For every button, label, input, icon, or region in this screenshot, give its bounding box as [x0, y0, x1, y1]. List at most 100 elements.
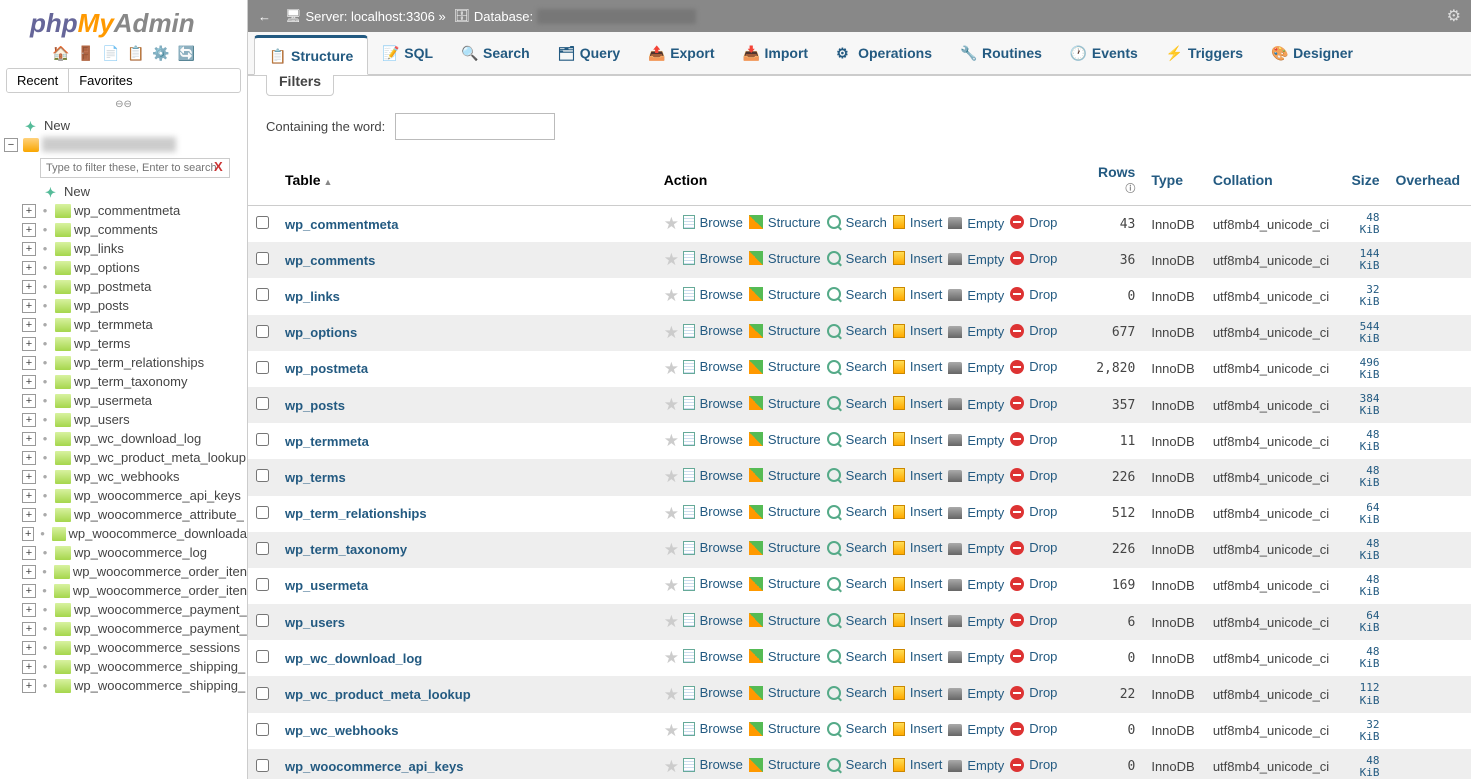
action-browse[interactable]: Browse	[683, 323, 743, 338]
tree-table-item[interactable]: +•wp_woocommerce_shipping_	[4, 657, 247, 676]
action-search[interactable]: Search	[827, 721, 887, 736]
action-drop[interactable]: Drop	[1010, 359, 1057, 374]
action-browse[interactable]: Browse	[683, 613, 743, 628]
tree-table-item[interactable]: +•wp_term_relationships	[4, 353, 247, 372]
action-insert[interactable]: Insert	[893, 685, 943, 700]
action-insert[interactable]: Insert	[893, 432, 943, 447]
tree-table-item[interactable]: +•wp_woocommerce_attribute_	[4, 505, 247, 524]
action-drop[interactable]: Drop	[1010, 287, 1057, 302]
action-structure[interactable]: Structure	[749, 323, 821, 338]
action-empty[interactable]: Empty	[948, 252, 1004, 267]
action-empty[interactable]: Empty	[948, 288, 1004, 303]
action-search[interactable]: Search	[827, 504, 887, 519]
tree-table-item[interactable]: +•wp_woocommerce_order_iten	[4, 562, 247, 581]
gear-icon[interactable]: ⚙️	[152, 45, 169, 61]
row-checkbox[interactable]	[256, 723, 269, 736]
action-search[interactable]: Search	[827, 287, 887, 302]
tree-toggle[interactable]: +	[22, 413, 36, 427]
filter-containing-input[interactable]	[395, 113, 555, 140]
table-name-link[interactable]: wp_term_taxonomy	[285, 542, 407, 557]
tree-toggle[interactable]: +	[22, 451, 36, 465]
docs-icon[interactable]: 📄	[102, 45, 119, 61]
tree-toggle[interactable]: +	[22, 508, 36, 522]
col-overhead[interactable]: Overhead	[1387, 154, 1471, 206]
table-name-link[interactable]: wp_wc_product_meta_lookup	[285, 687, 471, 702]
row-checkbox[interactable]	[256, 361, 269, 374]
action-search[interactable]: Search	[827, 432, 887, 447]
action-drop[interactable]: Drop	[1010, 757, 1057, 772]
favorite-star-icon[interactable]: ★	[664, 540, 679, 559]
tree-toggle[interactable]: +	[22, 470, 36, 484]
action-structure[interactable]: Structure	[749, 757, 821, 772]
favorite-star-icon[interactable]: ★	[664, 323, 679, 342]
action-drop[interactable]: Drop	[1010, 396, 1057, 411]
tab-structure[interactable]: 📋Structure	[254, 35, 368, 75]
table-name-link[interactable]: wp_terms	[285, 470, 346, 485]
row-checkbox[interactable]	[256, 759, 269, 772]
breadcrumb-server-value[interactable]: localhost:3306	[351, 9, 435, 24]
tree-toggle[interactable]: +	[22, 622, 36, 636]
row-checkbox[interactable]	[256, 614, 269, 627]
action-empty[interactable]: Empty	[948, 360, 1004, 375]
tree-table-item[interactable]: +•wp_options	[4, 258, 247, 277]
col-table[interactable]: Table▲	[277, 154, 656, 206]
tree-table-item[interactable]: +•wp_woocommerce_shipping_	[4, 676, 247, 695]
tree-table-item[interactable]: +•wp_woocommerce_downloada	[4, 524, 247, 543]
col-rows[interactable]: Rowsⓘ	[1086, 154, 1143, 206]
action-insert[interactable]: Insert	[893, 287, 943, 302]
action-empty[interactable]: Empty	[948, 469, 1004, 484]
tree-table-item[interactable]: +•wp_links	[4, 239, 247, 258]
action-search[interactable]: Search	[827, 323, 887, 338]
tab-query[interactable]: 🗂Query	[544, 32, 634, 74]
table-name-link[interactable]: wp_wc_webhooks	[285, 723, 398, 738]
tree-table-item[interactable]: +•wp_termmeta	[4, 315, 247, 334]
action-drop[interactable]: Drop	[1010, 323, 1057, 338]
action-search[interactable]: Search	[827, 649, 887, 664]
action-insert[interactable]: Insert	[893, 251, 943, 266]
action-structure[interactable]: Structure	[749, 287, 821, 302]
reload-icon[interactable]: 🔄	[177, 45, 194, 61]
tab-export[interactable]: 📤Export	[634, 32, 728, 74]
tree-toggle[interactable]: +	[22, 223, 36, 237]
tree-toggle[interactable]: +	[22, 356, 36, 370]
tree-table-item[interactable]: +•wp_woocommerce_sessions	[4, 638, 247, 657]
action-browse[interactable]: Browse	[683, 251, 743, 266]
action-structure[interactable]: Structure	[749, 359, 821, 374]
favorite-star-icon[interactable]: ★	[664, 721, 679, 740]
tree-toggle[interactable]: +	[22, 546, 36, 560]
favorites-button[interactable]: Favorites	[69, 69, 142, 92]
tree-table-item[interactable]: +•wp_postmeta	[4, 277, 247, 296]
favorite-star-icon[interactable]: ★	[664, 648, 679, 667]
action-drop[interactable]: Drop	[1010, 468, 1057, 483]
clear-filter-icon[interactable]: X	[214, 159, 223, 174]
tree-toggle[interactable]: +	[22, 280, 36, 294]
action-empty[interactable]: Empty	[948, 324, 1004, 339]
action-search[interactable]: Search	[827, 359, 887, 374]
favorite-star-icon[interactable]: ★	[664, 359, 679, 378]
action-structure[interactable]: Structure	[749, 649, 821, 664]
action-structure[interactable]: Structure	[749, 251, 821, 266]
tree-toggle[interactable]: +	[22, 660, 36, 674]
tree-table-item[interactable]: +•wp_users	[4, 410, 247, 429]
tab-sql[interactable]: 📝SQL	[368, 32, 447, 74]
row-checkbox[interactable]	[256, 542, 269, 555]
tree-table-item[interactable]: +•wp_commentmeta	[4, 201, 247, 220]
action-structure[interactable]: Structure	[749, 540, 821, 555]
table-name-link[interactable]: wp_options	[285, 325, 357, 340]
action-insert[interactable]: Insert	[893, 359, 943, 374]
action-structure[interactable]: Structure	[749, 613, 821, 628]
tree-toggle[interactable]: +	[22, 204, 36, 218]
tree-toggle[interactable]: +	[22, 584, 36, 598]
action-empty[interactable]: Empty	[948, 650, 1004, 665]
action-search[interactable]: Search	[827, 685, 887, 700]
table-name-link[interactable]: wp_wc_download_log	[285, 651, 422, 666]
tree-table-item[interactable]: +•wp_woocommerce_payment_	[4, 619, 247, 638]
tree-table-item[interactable]: +•wp_usermeta	[4, 391, 247, 410]
exit-icon[interactable]: 🚪	[77, 45, 94, 61]
tree-table-item[interactable]: +•wp_woocommerce_payment_	[4, 600, 247, 619]
row-checkbox[interactable]	[256, 397, 269, 410]
action-structure[interactable]: Structure	[749, 468, 821, 483]
action-structure[interactable]: Structure	[749, 576, 821, 591]
tree-table-item[interactable]: +•wp_woocommerce_order_iten	[4, 581, 247, 600]
action-browse[interactable]: Browse	[683, 540, 743, 555]
